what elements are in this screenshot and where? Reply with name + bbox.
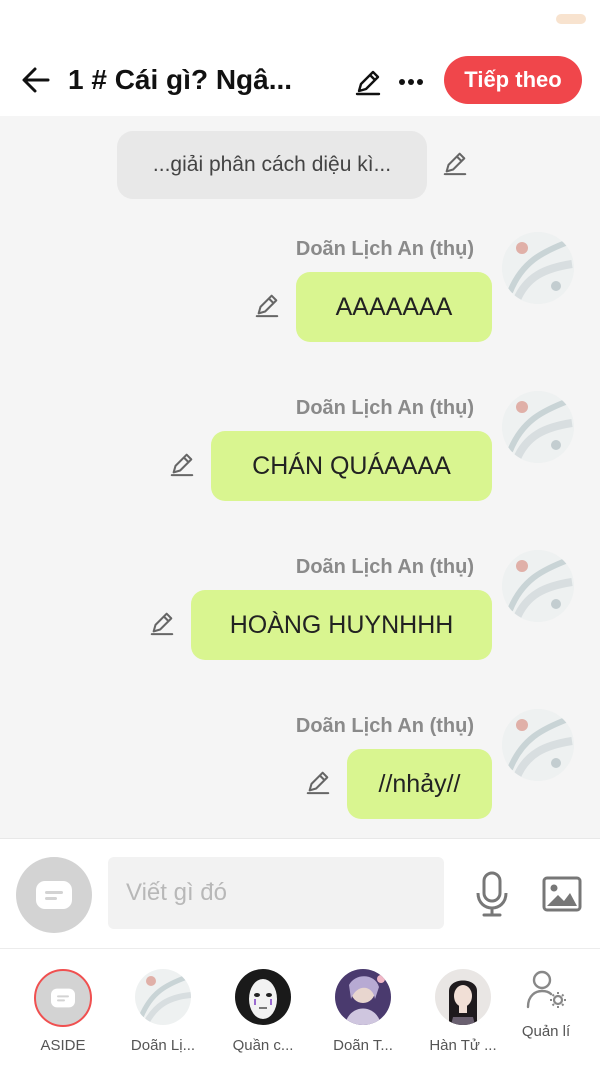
edit-message-button[interactable] — [303, 767, 333, 797]
character-name: Doãn Lị... — [130, 1037, 196, 1054]
aside-chat-icon — [36, 881, 72, 909]
narration-text: ...giải phân cách diệu kì... — [152, 153, 392, 176]
message-row: Doãn Lịch An (thụ) AAAAAAA — [0, 232, 600, 388]
pencil-icon — [443, 152, 467, 176]
more-icon — [399, 79, 423, 85]
message-row: Doãn Lịch An (thụ) HOÀNG HUYNHHH — [0, 550, 600, 706]
edit-message-button[interactable] — [147, 608, 177, 638]
message-text: AAAAAAA — [335, 292, 453, 321]
avatar[interactable] — [502, 391, 574, 463]
avatar — [335, 969, 391, 1025]
character-tab[interactable]: Doãn T... — [313, 969, 413, 1059]
aside-chat-icon — [51, 988, 75, 1008]
avatar-image — [502, 550, 574, 622]
message-text: CHÁN QUÁAAAA — [252, 451, 451, 480]
pencil-icon — [170, 453, 194, 477]
avatar — [435, 969, 491, 1025]
edit-narration-button[interactable] — [440, 148, 470, 178]
message-text: //nhảy// — [378, 769, 461, 798]
message-text: HOÀNG HUYNHHH — [229, 610, 454, 639]
manage-label: Quản lí — [521, 1023, 571, 1040]
character-name: ASIDE — [40, 1037, 86, 1054]
message-bubble[interactable]: AAAAAAA — [296, 272, 492, 342]
avatar-image — [502, 709, 574, 781]
top-bar: 1 # Cái gì? Ngâ... Tiếp theo — [0, 48, 600, 116]
image-button[interactable] — [540, 871, 584, 917]
avatar-image — [502, 232, 574, 304]
aside-button[interactable] — [16, 857, 92, 933]
message-row: Doãn Lịch An (thụ) CHÁN QUÁAAAA — [0, 391, 600, 547]
microphone-button[interactable] — [470, 869, 514, 919]
avatar — [235, 969, 291, 1025]
edit-message-button[interactable] — [252, 290, 282, 320]
next-button[interactable]: Tiếp theo — [444, 56, 582, 104]
character-name: Quần c... — [232, 1037, 294, 1054]
composer-bar — [0, 838, 600, 948]
avatar-image — [502, 391, 574, 463]
story-title: 1 # Cái gì? Ngâ... — [68, 64, 293, 95]
back-arrow-icon — [22, 67, 50, 93]
avatar[interactable] — [502, 709, 574, 781]
pencil-icon — [355, 70, 381, 96]
character-tab[interactable]: Quần c... — [213, 969, 313, 1059]
sender-name: Doãn Lịch An (thụ) — [295, 715, 474, 737]
message-bubble[interactable]: CHÁN QUÁAAAA — [211, 431, 492, 501]
character-name: Doãn T... — [333, 1037, 393, 1054]
character-bar: ASIDE Doãn Lị... Quần c... Doãn T... Hàn… — [0, 948, 600, 1067]
chat-area[interactable]: ...giải phân cách diệu kì... Doãn Lịch A… — [0, 116, 600, 836]
edit-message-button[interactable] — [167, 449, 197, 479]
avatar — [135, 969, 191, 1025]
pencil-icon — [255, 294, 279, 318]
avatar[interactable] — [502, 550, 574, 622]
character-tab-aside[interactable]: ASIDE — [20, 969, 120, 1059]
microphone-icon — [476, 871, 508, 917]
character-tab[interactable]: Doãn Lị... — [113, 969, 213, 1059]
pencil-icon — [306, 771, 330, 795]
sender-name: Doãn Lịch An (thụ) — [295, 238, 474, 260]
narration-bubble[interactable]: ...giải phân cách diệu kì... — [117, 131, 427, 199]
message-bubble[interactable]: //nhảy// — [347, 749, 492, 819]
status-bar — [0, 0, 600, 48]
edit-title-button[interactable] — [348, 62, 388, 102]
sender-name: Doãn Lịch An (thụ) — [295, 397, 474, 419]
pencil-icon — [150, 612, 174, 636]
message-input[interactable] — [108, 857, 444, 929]
message-bubble[interactable]: HOÀNG HUYNHHH — [191, 590, 492, 660]
image-icon — [542, 876, 582, 912]
more-options-button[interactable] — [394, 62, 428, 102]
aside-avatar — [34, 969, 92, 1027]
manage-characters-tab[interactable]: Quản lí — [496, 969, 596, 1059]
back-button[interactable] — [16, 60, 56, 100]
sender-name: Doãn Lịch An (thụ) — [295, 556, 474, 578]
avatar[interactable] — [502, 232, 574, 304]
manage-user-icon — [526, 970, 566, 1009]
status-indicator — [556, 14, 586, 24]
manage-icon-wrap — [518, 969, 574, 1025]
